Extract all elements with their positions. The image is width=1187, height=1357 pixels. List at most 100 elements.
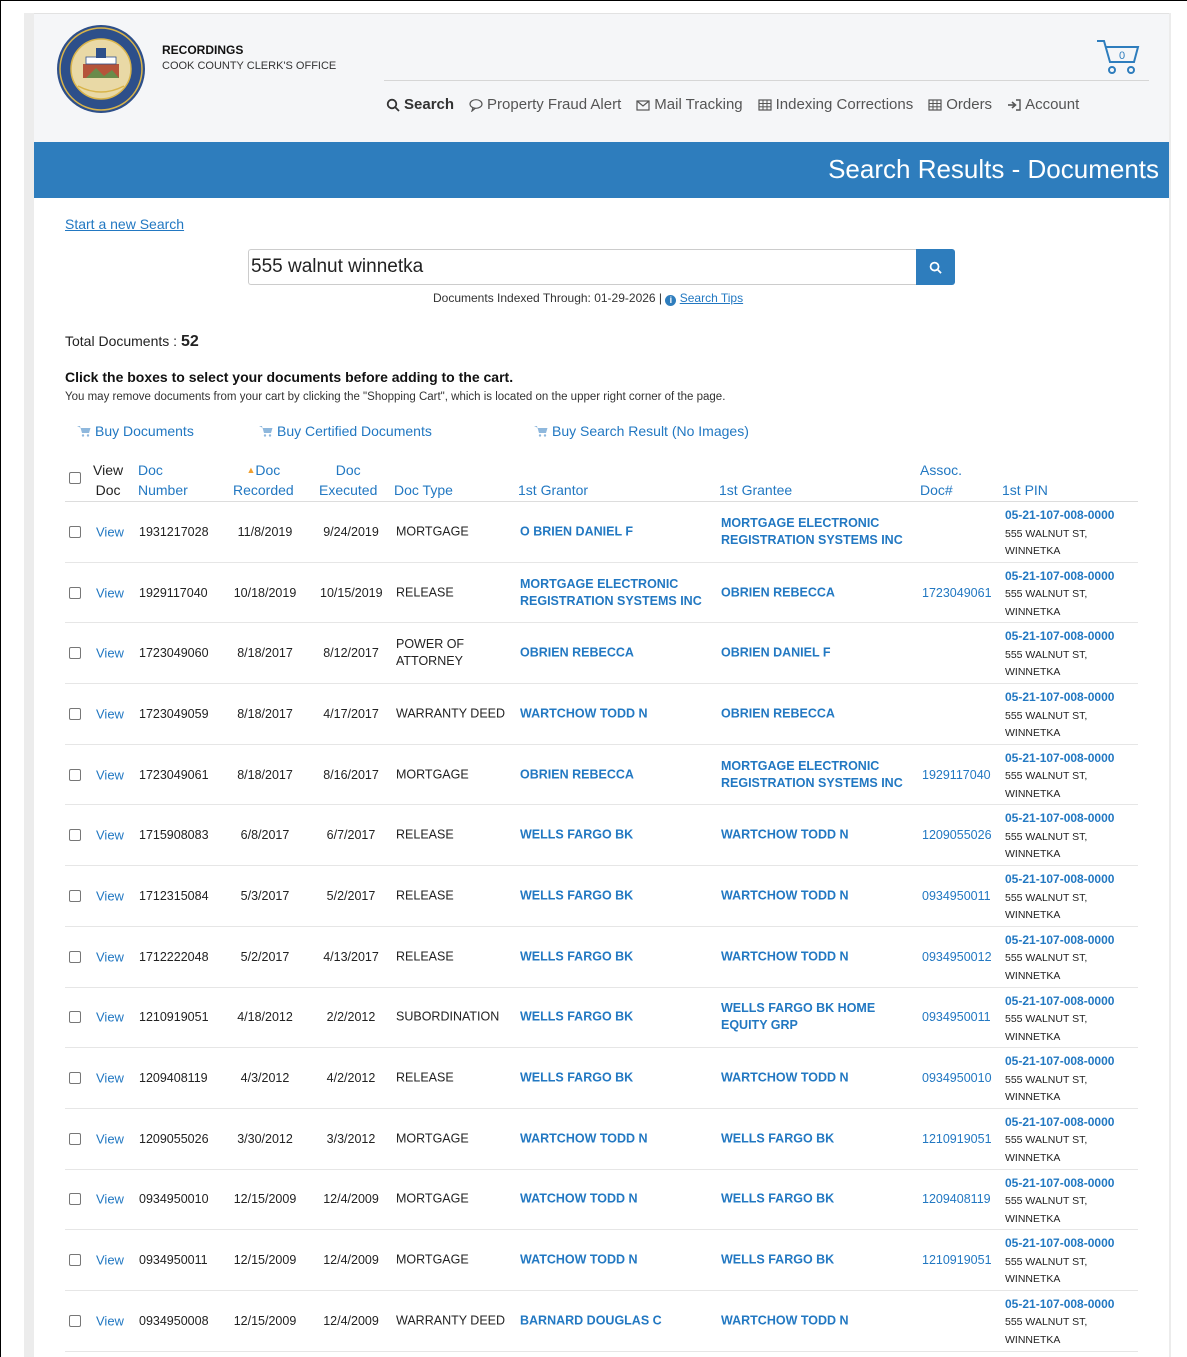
nav-indexing-corrections[interactable]: Indexing Corrections [758,96,913,113]
grantor-link[interactable]: WATCHOW TODD N [520,1191,638,1208]
view-doc-link[interactable]: View [96,646,124,661]
row-select-checkbox[interactable] [69,829,81,842]
view-doc-link[interactable]: View [96,888,124,903]
assoc-doc-link[interactable]: 0934950011 [922,1010,991,1024]
row-select-checkbox[interactable] [69,525,81,538]
pin-link[interactable]: 05-21-107-008-0000 [1005,1176,1114,1190]
row-select-checkbox[interactable] [69,586,81,599]
view-doc-link[interactable]: View [96,524,124,539]
grantor-link[interactable]: O BRIEN DANIEL F [520,523,633,540]
col-doc-executed[interactable]: Doc Executed [319,460,377,500]
grantor-link[interactable]: WARTCHOW TODD N [520,1130,648,1147]
grantor-link[interactable]: WARTCHOW TODD N [520,705,648,722]
start-new-search-link[interactable]: Start a new Search [65,216,184,232]
grantee-link[interactable]: WELLS FARGO BK [721,1191,834,1208]
search-tips-link[interactable]: Search Tips [680,291,743,305]
grantor-link[interactable]: WELLS FARGO BK [520,1009,633,1026]
pin-link[interactable]: 05-21-107-008-0000 [1005,569,1114,583]
row-select-checkbox[interactable] [69,1132,81,1145]
assoc-doc-link[interactable]: 1210919051 [922,1132,992,1146]
nav-property-fraud-alert[interactable]: Property Fraud Alert [469,96,621,113]
row-select-checkbox[interactable] [69,768,81,781]
search-button[interactable] [916,249,955,285]
view-doc-link[interactable]: View [96,1131,124,1146]
col-doc-type[interactable]: Doc Type [394,480,453,500]
assoc-doc-link[interactable]: 0934950011 [922,889,991,903]
view-doc-link[interactable]: View [96,828,124,843]
assoc-doc-link[interactable]: 1723049061 [922,586,992,600]
grantee-link[interactable]: MORTGAGE ELECTRONIC REGISTRATION SYSTEMS … [721,515,903,549]
grantee-link[interactable]: WARTCHOW TODD N [721,948,849,965]
grantor-link[interactable]: BARNARD DOUGLAS C [520,1312,662,1329]
assoc-doc-link[interactable]: 1209408119 [922,1192,991,1206]
grantee-link[interactable]: OBRIEN DANIEL F [721,645,831,662]
col-1st-grantee[interactable]: 1st Grantee [719,480,792,500]
grantor-link[interactable]: WATCHOW TODD N [520,1252,638,1269]
nav-account[interactable]: Account [1007,96,1079,113]
view-doc-link[interactable]: View [96,1313,124,1328]
grantee-link[interactable]: WELLS FARGO BK HOME EQUITY GRP [721,1000,875,1034]
pin-link[interactable]: 05-21-107-008-0000 [1005,1236,1114,1250]
grantee-link[interactable]: MORTGAGE ELECTRONIC REGISTRATION SYSTEMS … [721,758,903,792]
view-doc-link[interactable]: View [96,767,124,782]
pin-link[interactable]: 05-21-107-008-0000 [1005,872,1114,886]
grantor-link[interactable]: OBRIEN REBECCA [520,645,634,662]
row-select-checkbox[interactable] [69,1193,81,1206]
col-1st-pin[interactable]: 1st PIN [1002,480,1048,500]
grantor-link[interactable]: OBRIEN REBECCA [520,766,634,783]
row-select-checkbox[interactable] [69,707,81,720]
grantor-link[interactable]: WELLS FARGO BK [520,827,633,844]
view-doc-link[interactable]: View [96,1192,124,1207]
pin-link[interactable]: 05-21-107-008-0000 [1005,933,1114,947]
cart-icon[interactable]: 0 [1094,38,1140,76]
nav-orders[interactable]: Orders [928,96,992,113]
view-doc-link[interactable]: View [96,949,124,964]
assoc-doc-link[interactable]: 0934950010 [922,1071,992,1085]
grantor-link[interactable]: WELLS FARGO BK [520,948,633,965]
grantee-link[interactable]: WARTCHOW TODD N [721,1312,849,1329]
view-doc-link[interactable]: View [96,585,124,600]
row-select-checkbox[interactable] [69,889,81,902]
view-doc-link[interactable]: View [96,1071,124,1086]
col-doc-recorded[interactable]: ▲Doc Recorded [233,460,294,500]
buy-certified-documents-button[interactable]: Buy Certified Documents [259,423,432,439]
pin-link[interactable]: 05-21-107-008-0000 [1005,751,1114,765]
col-1st-grantor[interactable]: 1st Grantor [518,480,588,500]
pin-link[interactable]: 05-21-107-008-0000 [1005,629,1114,643]
grantee-link[interactable]: WARTCHOW TODD N [721,887,849,904]
assoc-doc-link[interactable]: 1210919051 [922,1253,992,1267]
grantee-link[interactable]: WELLS FARGO BK [721,1252,834,1269]
select-all-checkbox[interactable] [69,472,81,484]
grantee-link[interactable]: WELLS FARGO BK [721,1130,834,1147]
assoc-doc-link[interactable]: 1209055026 [922,828,992,842]
pin-link[interactable]: 05-21-107-008-0000 [1005,508,1114,522]
grantee-link[interactable]: OBRIEN REBECCA [721,584,835,601]
county-seal-logo[interactable] [56,24,146,114]
assoc-doc-link[interactable]: 0934950012 [922,950,992,964]
search-input[interactable] [248,249,916,285]
grantee-link[interactable]: OBRIEN REBECCA [721,705,835,722]
grantor-link[interactable]: WELLS FARGO BK [520,887,633,904]
row-select-checkbox[interactable] [69,1072,81,1085]
pin-link[interactable]: 05-21-107-008-0000 [1005,994,1114,1008]
row-select-checkbox[interactable] [69,1314,81,1327]
pin-link[interactable]: 05-21-107-008-0000 [1005,1054,1114,1068]
view-doc-link[interactable]: View [96,706,124,721]
nav-mail-tracking[interactable]: Mail Tracking [636,96,743,113]
row-select-checkbox[interactable] [69,1254,81,1267]
pin-link[interactable]: 05-21-107-008-0000 [1005,1115,1114,1129]
grantee-link[interactable]: WARTCHOW TODD N [721,827,849,844]
buy-documents-button[interactable]: Buy Documents [77,423,194,439]
view-doc-link[interactable]: View [96,1010,124,1025]
pin-link[interactable]: 05-21-107-008-0000 [1005,1297,1114,1311]
grantee-link[interactable]: WARTCHOW TODD N [721,1070,849,1087]
row-select-checkbox[interactable] [69,647,81,660]
row-select-checkbox[interactable] [69,950,81,963]
assoc-doc-link[interactable]: 1929117040 [922,768,991,782]
nav-search[interactable]: Search [386,96,454,113]
grantor-link[interactable]: MORTGAGE ELECTRONIC REGISTRATION SYSTEMS … [520,576,702,610]
view-doc-link[interactable]: View [96,1253,124,1268]
grantor-link[interactable]: WELLS FARGO BK [520,1070,633,1087]
col-assoc-doc[interactable]: Assoc. Doc# [920,460,962,500]
row-select-checkbox[interactable] [69,1011,81,1024]
